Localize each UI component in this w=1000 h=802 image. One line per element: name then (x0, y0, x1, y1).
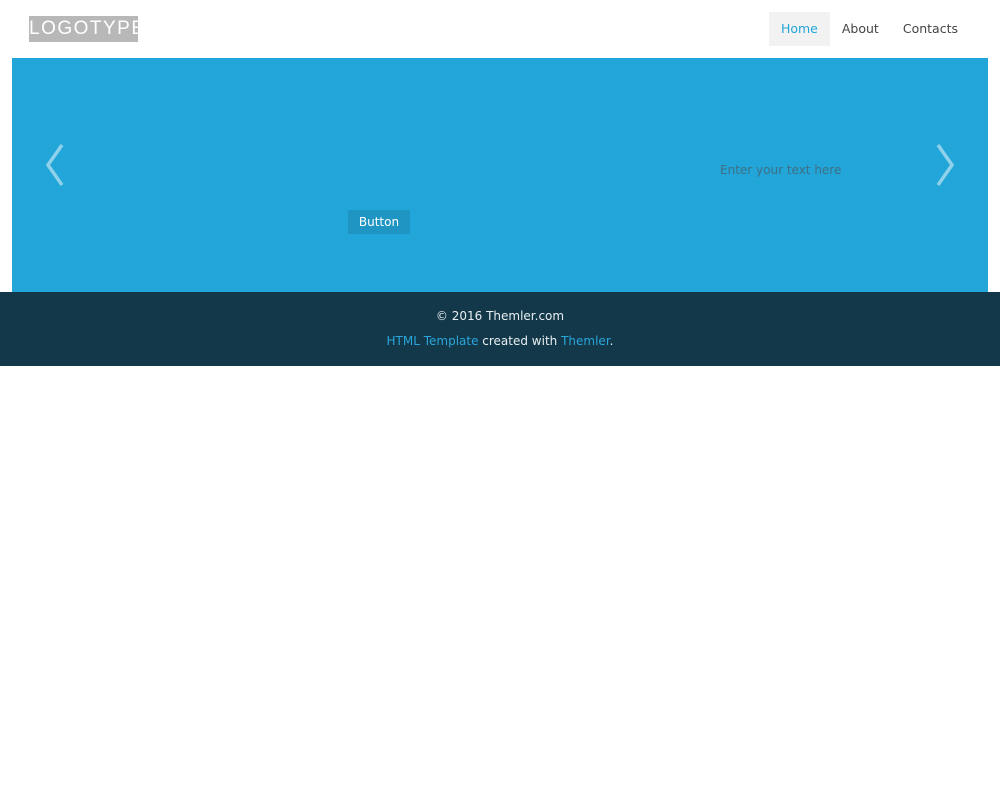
slide-button[interactable]: Button (348, 210, 410, 234)
logo[interactable]: LOGOTYPE (29, 16, 144, 42)
credits-end-text: . (609, 334, 614, 348)
copyright-text: © 2016 Themler.com (435, 309, 565, 323)
chevron-left-icon (45, 143, 64, 187)
credits-middle-text: created with (478, 334, 562, 348)
hero-slider: Enter your text here Button (12, 58, 988, 292)
slider-next-button[interactable] (930, 140, 960, 190)
main-nav: Home About Contacts (768, 12, 970, 46)
html-template-link[interactable]: HTML Template (387, 334, 479, 348)
nav-item-contacts[interactable]: Contacts (891, 12, 970, 46)
credits-line: HTML Template created with Themler. (0, 334, 1000, 348)
chevron-right-icon (936, 143, 955, 187)
site-header: LOGOTYPE Home About Contacts (0, 0, 1000, 58)
slider-prev-button[interactable] (40, 140, 70, 190)
themler-link[interactable]: Themler (561, 334, 610, 348)
nav-item-about[interactable]: About (830, 12, 891, 46)
nav-item-home[interactable]: Home (768, 12, 830, 46)
site-footer: © 2016 Themler.com HTML Template created… (0, 292, 1000, 366)
slide-text: Enter your text here (720, 163, 842, 177)
